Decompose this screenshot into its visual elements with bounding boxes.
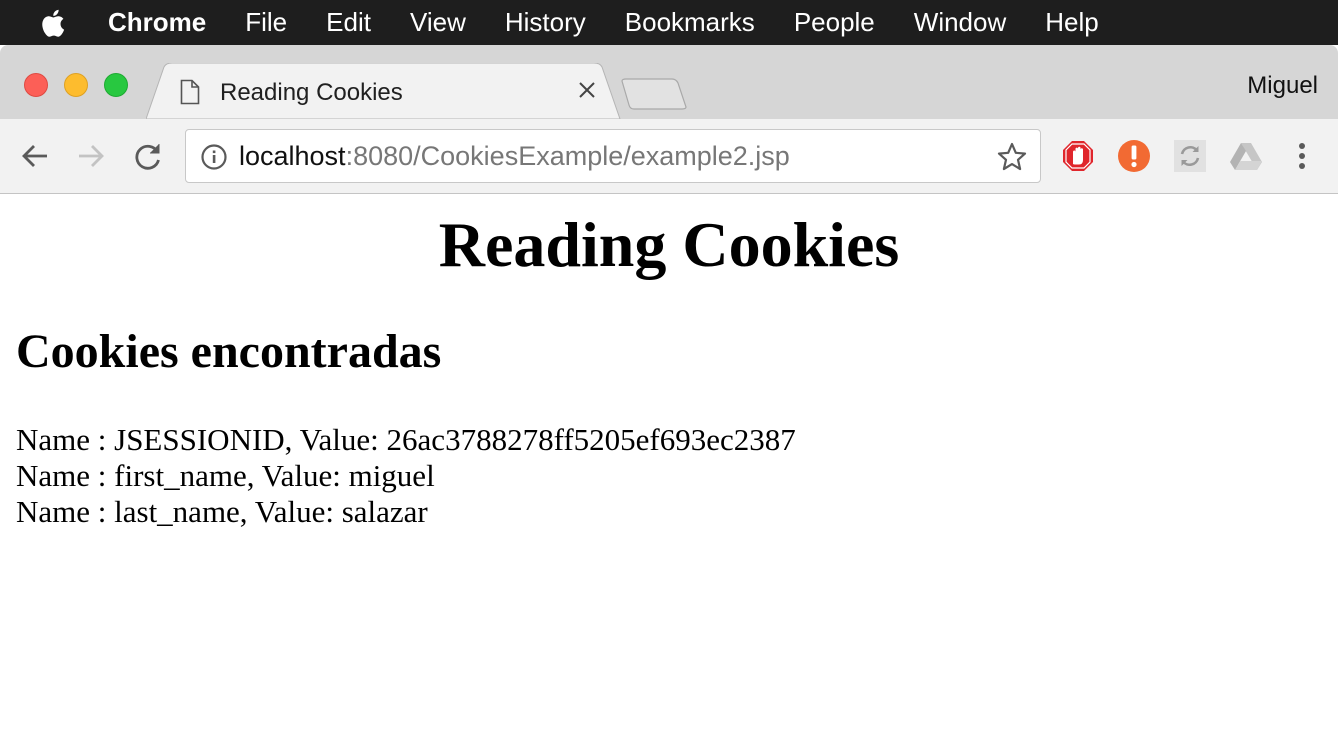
menu-people[interactable]: People — [794, 7, 875, 38]
cookie-list: Name : JSESSIONID, Value: 26ac3788278ff5… — [16, 422, 796, 530]
extension-sync-button[interactable] — [1173, 139, 1207, 173]
menu-help[interactable]: Help — [1045, 7, 1098, 38]
cookie-line-first-name: Name : first_name, Value: miguel — [16, 458, 435, 493]
menu-bookmarks[interactable]: Bookmarks — [625, 7, 755, 38]
menu-file[interactable]: File — [245, 7, 287, 38]
profile-name[interactable]: Miguel — [1247, 72, 1318, 100]
extension-adblock-button[interactable] — [1061, 139, 1095, 173]
menu-history[interactable]: History — [505, 7, 586, 38]
menu-window[interactable]: Window — [914, 7, 1006, 38]
document-icon — [180, 79, 200, 105]
reload-icon — [135, 144, 160, 170]
forward-button[interactable] — [74, 139, 108, 173]
cookie-line-last-name: Name : last_name, Value: salazar — [16, 494, 428, 529]
info-icon[interactable] — [200, 143, 228, 171]
window-maximize-button[interactable] — [104, 73, 128, 97]
arrow-left-icon — [22, 145, 47, 167]
close-icon — [579, 82, 595, 98]
cookie-line-jsessionid: Name : JSESSIONID, Value: 26ac3788278ff5… — [16, 422, 796, 457]
url-path: :8080/CookiesExample/example2.jsp — [345, 141, 790, 171]
chrome-menu-button[interactable] — [1285, 139, 1319, 173]
tab-title: Reading Cookies — [220, 79, 403, 106]
tab-close-button[interactable] — [574, 77, 600, 103]
menu-app-chrome[interactable]: Chrome — [108, 7, 206, 38]
back-button[interactable] — [18, 139, 52, 173]
sync-icon — [1174, 140, 1206, 172]
more-vertical-icon — [1299, 143, 1305, 169]
section-heading: Cookies encontradas — [16, 325, 442, 378]
drive-icon — [1230, 143, 1262, 170]
alert-icon — [1118, 140, 1150, 172]
macos-menubar: Chrome File Edit View History Bookmarks … — [0, 0, 1338, 45]
adblock-icon — [1063, 141, 1093, 171]
new-tab-button[interactable] — [620, 77, 688, 111]
window-close-button[interactable] — [24, 73, 48, 97]
page-content: Reading Cookies Cookies encontradas Name… — [0, 194, 1338, 752]
menu-edit[interactable]: Edit — [326, 7, 371, 38]
page-title: Reading Cookies — [438, 209, 900, 280]
bookmark-star-icon[interactable] — [996, 141, 1028, 173]
reload-button[interactable] — [131, 139, 165, 173]
window-minimize-button[interactable] — [64, 73, 88, 97]
menu-view[interactable]: View — [410, 7, 466, 38]
apple-logo-icon[interactable] — [40, 6, 70, 40]
extension-drive-button[interactable] — [1229, 139, 1263, 173]
tab-strip: Reading Cookies Miguel — [0, 45, 1338, 119]
browser-toolbar: localhost:8080/CookiesExample/example2.j… — [0, 119, 1338, 194]
extension-alert-button[interactable] — [1117, 139, 1151, 173]
arrow-right-icon — [79, 145, 104, 167]
url-host: localhost — [239, 141, 346, 171]
url-text[interactable]: localhost:8080/CookiesExample/example2.j… — [239, 141, 790, 172]
address-bar[interactable]: localhost:8080/CookiesExample/example2.j… — [185, 129, 1041, 183]
tab-reading-cookies[interactable]: Reading Cookies — [146, 63, 628, 119]
